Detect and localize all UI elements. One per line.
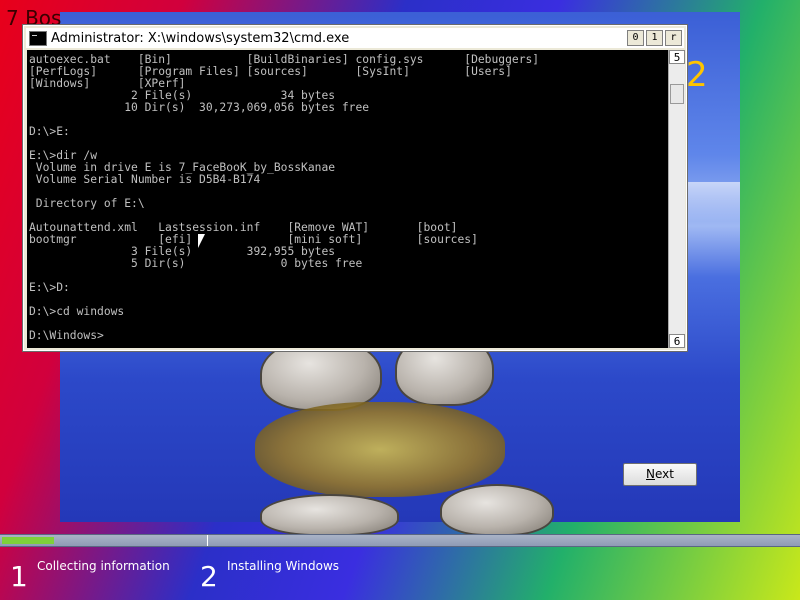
maximize-button[interactable]: 1 (646, 30, 663, 46)
mouse-cursor-icon (197, 233, 206, 249)
vertical-scrollbar[interactable]: 5 6 (668, 50, 685, 348)
console-line: D:\>cd windows (29, 305, 125, 318)
shoe-reflection (255, 402, 505, 497)
step-label: Installing Windows (227, 559, 340, 573)
step-label: Collecting information (37, 559, 170, 573)
progress-separator (207, 535, 208, 546)
console-text: autoexec.bat [Bin] [BuildBinaries] confi… (27, 50, 668, 342)
console-output[interactable]: autoexec.bat [Bin] [BuildBinaries] confi… (27, 50, 668, 348)
step-number: 1 (10, 560, 28, 593)
console-line: 10 Dir(s) 30,273,069,056 bytes free (29, 101, 370, 114)
lower-left-shoe (260, 494, 399, 536)
console-icon (29, 30, 47, 46)
next-button-accelerator: N (646, 467, 655, 481)
minimize-button[interactable]: 0 (627, 30, 644, 46)
console-line: D:\Windows> (29, 329, 104, 342)
console-line: Volume Serial Number is D5B4-B174 (29, 173, 261, 186)
cmd-window[interactable]: Administrator: X:\windows\system32\cmd.e… (22, 24, 688, 352)
step-number: 2 (200, 560, 218, 593)
cmd-titlebar[interactable]: Administrator: X:\windows\system32\cmd.e… (26, 28, 684, 48)
next-button-label: ext (655, 467, 674, 481)
setup-progress-bar (0, 534, 800, 547)
progress-fill (2, 537, 54, 544)
cmd-title: Administrator: X:\windows\system32\cmd.e… (51, 30, 350, 46)
console-line: E:\>D: (29, 281, 70, 294)
console-line: D:\>E: (29, 125, 70, 138)
scroll-down-button[interactable]: 6 (669, 334, 685, 348)
scroll-thumb[interactable] (670, 84, 684, 104)
side-digit: 2 (686, 55, 708, 95)
next-button[interactable]: Next (623, 463, 697, 486)
lower-right-shoe (440, 484, 554, 536)
scroll-up-button[interactable]: 5 (669, 50, 685, 64)
console-line: Directory of E:\ (29, 197, 145, 210)
close-button[interactable]: r (665, 30, 682, 46)
console-line: 5 Dir(s) 0 bytes free (29, 257, 363, 270)
